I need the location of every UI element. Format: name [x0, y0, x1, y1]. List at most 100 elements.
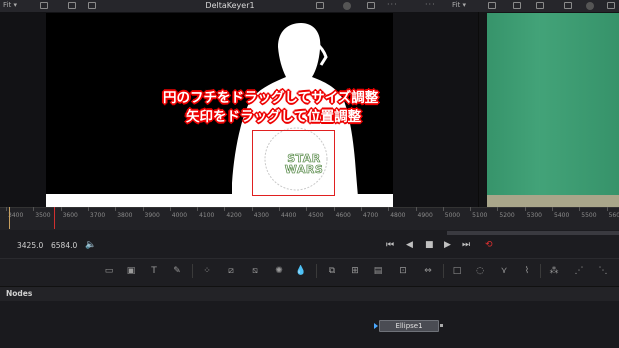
ruler-tick-mark: [6, 207, 7, 211]
ruler-tick-label: 3900: [144, 212, 160, 219]
more-options-icon[interactable]: ···: [387, 0, 398, 9]
transform-tool-icon[interactable]: ⊡: [397, 265, 409, 277]
channel-tool-icon[interactable]: ▤: [372, 265, 384, 277]
ruler-tick-label: 5200: [499, 212, 515, 219]
ruler-tick-mark: [333, 207, 335, 211]
particle-emitter-icon[interactable]: ⁂: [548, 265, 560, 277]
split-icon[interactable]: [536, 2, 544, 9]
ruler-tick-mark: [197, 207, 199, 211]
toolbar-divider: [443, 264, 444, 278]
ruler-tick-label: 4200: [226, 212, 242, 219]
ruler-tick-mark: [579, 207, 581, 211]
bspline-mask-icon[interactable]: ⌇: [521, 265, 533, 277]
go-to-start-icon[interactable]: ⏮: [386, 240, 394, 250]
ruler-tick-mark: [388, 207, 390, 211]
highlight-box: [252, 130, 335, 196]
roi-icon[interactable]: [564, 2, 572, 9]
particle-style-icon[interactable]: ⋱: [597, 265, 609, 277]
node-editor[interactable]: [0, 301, 619, 348]
speaker-icon[interactable]: 🔈: [85, 240, 96, 250]
greenscreen-floor: [487, 195, 619, 207]
right-fit-label: Fit: [452, 1, 461, 9]
split-icon[interactable]: [88, 2, 96, 9]
polygon-mask-icon[interactable]: ⋎: [498, 265, 510, 277]
left-fit-label: Fit: [3, 1, 12, 9]
particle-render-icon[interactable]: ⋰: [573, 265, 585, 277]
background-tool-icon[interactable]: ▭: [103, 265, 115, 277]
viewer-title: DeltaKeyer1: [205, 1, 255, 10]
ruler-tick-label: 3600: [62, 212, 78, 219]
ruler-tick-mark: [142, 207, 144, 211]
ruler-tick-label: 4500: [308, 212, 324, 219]
color-channel-icon[interactable]: [343, 2, 351, 10]
playhead[interactable]: [54, 207, 55, 229]
toolbar-divider: [316, 264, 317, 278]
ruler-tick-mark: [306, 207, 308, 211]
go-to-end-icon[interactable]: ⏭: [462, 240, 470, 250]
ruler-tick-label: 3500: [35, 212, 51, 219]
merge-tool-icon[interactable]: ⧉: [326, 265, 338, 277]
ruler-tick-mark: [33, 207, 35, 211]
view-icon[interactable]: [513, 2, 521, 9]
node-input-icon[interactable]: [374, 323, 378, 329]
play-reverse-icon[interactable]: ◀: [406, 240, 413, 250]
layout-icon[interactable]: [488, 2, 496, 9]
ruler-tick-label: 3700: [89, 212, 106, 219]
lut-icon[interactable]: [607, 2, 615, 9]
ruler-tick-label: 4900: [417, 212, 433, 219]
lut-icon[interactable]: [367, 2, 375, 9]
color-channel-icon[interactable]: [586, 2, 594, 10]
ruler-tick-label: 5400: [554, 212, 570, 219]
nodes-panel-header: [0, 286, 619, 302]
blur-tool-icon[interactable]: ⧅: [249, 265, 261, 277]
rectangle-mask-icon[interactable]: □: [451, 265, 463, 277]
end-time-field[interactable]: 6584.0: [51, 241, 77, 253]
ruler-tick-mark: [169, 207, 171, 211]
gradient-tool-icon[interactable]: ⧄: [225, 265, 237, 277]
text-tool-icon[interactable]: T: [148, 265, 160, 277]
ruler-tick-mark: [60, 207, 62, 211]
ruler-tick-mark: [552, 207, 553, 211]
resize-tool-icon[interactable]: ⇔: [422, 265, 434, 277]
greenscreen-shading: [487, 13, 619, 195]
ruler-tick-label: 4400: [281, 212, 297, 219]
paint-tool-icon[interactable]: ✎: [171, 265, 183, 277]
ruler-tick-label: 4000: [171, 212, 188, 219]
more-options-icon[interactable]: ···: [425, 0, 436, 9]
ruler-tick-mark: [415, 207, 417, 211]
ruler-tick-mark: [497, 207, 499, 211]
ruler-tick-label: 3400: [8, 212, 24, 219]
glow-tool-icon[interactable]: ✺: [273, 265, 285, 277]
matte-tool-icon[interactable]: ⊞: [349, 265, 361, 277]
node-output-icon[interactable]: [440, 324, 443, 327]
ruler-tick-label: 5600: [608, 212, 619, 219]
stop-icon[interactable]: ■: [425, 240, 434, 250]
in-point-marker[interactable]: [9, 207, 10, 229]
toolbar-divider: [192, 264, 193, 278]
layout-icon[interactable]: [40, 2, 48, 9]
color-tool-icon[interactable]: 💧: [295, 265, 307, 277]
ellipse-node[interactable]: Ellipse1: [379, 320, 439, 332]
ruler-tick-label: 3800: [117, 212, 133, 219]
image-tool-icon[interactable]: ▣: [125, 265, 137, 277]
roi-icon[interactable]: [316, 2, 324, 9]
particles-tool-icon[interactable]: ⁘: [201, 265, 213, 277]
ruler-tick-label: 4100: [199, 212, 215, 219]
toolbar-divider: [540, 264, 541, 278]
view-icon[interactable]: [68, 2, 76, 9]
ruler-tick-label: 4800: [390, 212, 406, 219]
play-icon[interactable]: ▶: [444, 240, 451, 250]
ruler-tick-mark: [442, 207, 444, 211]
ruler-tick-mark: [606, 207, 608, 211]
left-fit-dropdown[interactable]: Fit ▾: [3, 1, 17, 9]
ruler-tick-mark: [279, 207, 280, 211]
ellipse-mask-icon[interactable]: ◌: [474, 265, 486, 277]
ruler-tick-label: 4300: [253, 212, 269, 219]
ruler-tick-mark: [115, 207, 117, 211]
ruler-tick-label: 4600: [335, 212, 351, 219]
right-fit-dropdown[interactable]: Fit ▾: [452, 1, 466, 9]
ruler-tick-mark: [360, 207, 362, 211]
annotation-line-2: 矢印をドラッグして位置調整: [186, 109, 362, 125]
loop-icon[interactable]: ⟲: [485, 240, 493, 250]
current-time-field[interactable]: 3425.0: [17, 241, 43, 253]
